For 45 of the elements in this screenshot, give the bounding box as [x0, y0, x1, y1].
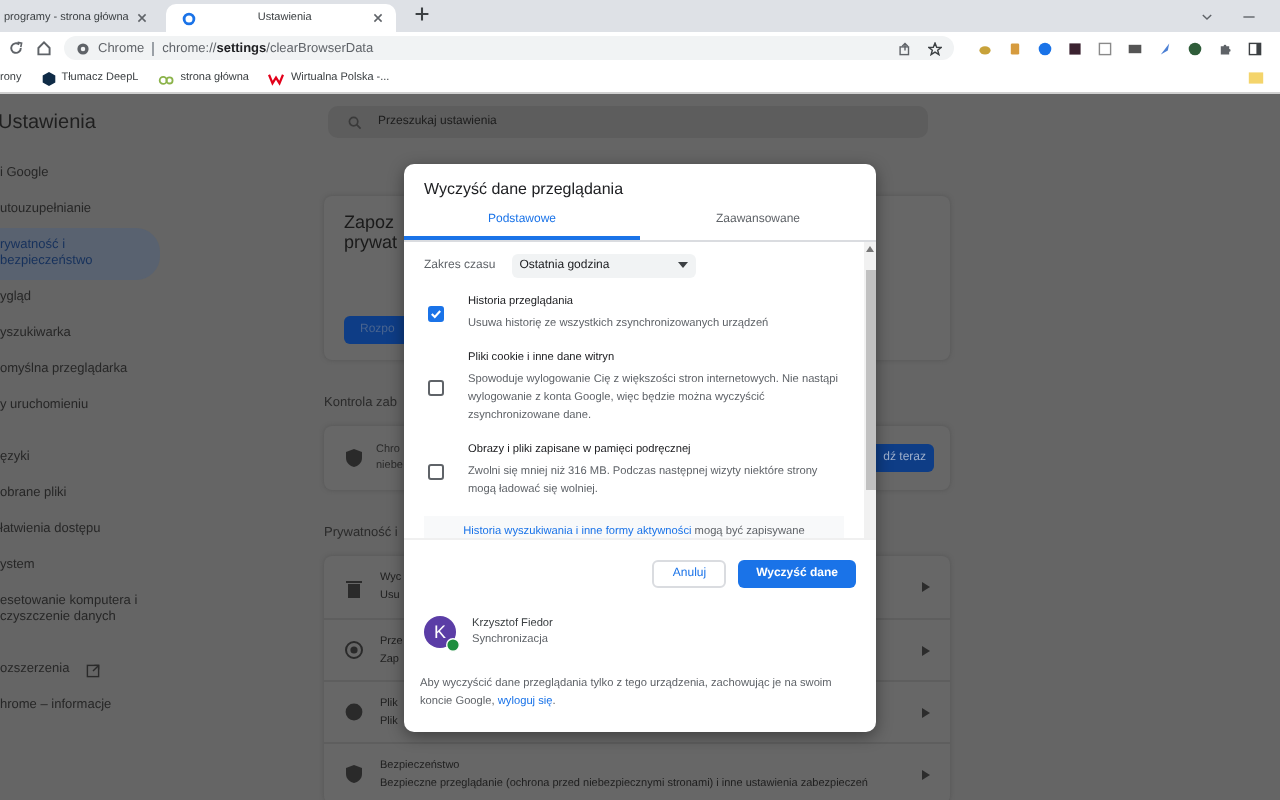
- checkbox[interactable]: [428, 463, 444, 479]
- sync-badge-icon: [446, 638, 460, 652]
- page-title: Ustawienia: [0, 111, 98, 133]
- deepl-icon: [41, 71, 56, 85]
- scrollbar[interactable]: [864, 242, 876, 538]
- extension-icon: [1098, 41, 1112, 55]
- wp-icon: [268, 71, 285, 85]
- extension-icon: [1038, 41, 1052, 55]
- close-icon: [136, 12, 149, 24]
- external-link-icon: [85, 663, 100, 677]
- close-icon: [372, 12, 385, 24]
- chevron-icon[interactable]: [922, 707, 930, 717]
- extension-icon: [1128, 41, 1142, 55]
- avatar: K: [424, 616, 456, 648]
- checkbox[interactable]: [428, 306, 444, 322]
- extension-icon: [1158, 41, 1172, 55]
- folder-icon: [1248, 70, 1264, 86]
- share-icon: [898, 41, 912, 55]
- dp-icon: [158, 71, 175, 85]
- caret-icon: [677, 262, 688, 270]
- search-icon: [348, 115, 362, 129]
- extension-icon: [1008, 41, 1022, 55]
- card-title: Zapoz prywat: [344, 212, 400, 252]
- reload-icon: [8, 40, 24, 56]
- chevron-icon[interactable]: [922, 582, 930, 592]
- extension-icon: [1188, 41, 1202, 55]
- shield-icon: [344, 448, 364, 468]
- trash-icon: [344, 577, 364, 597]
- dialog-title: Wyczyść dane przeglądania: [422, 178, 626, 202]
- cookie-icon: [344, 702, 364, 722]
- chrome-icon: [76, 41, 90, 55]
- checkbox[interactable]: [428, 380, 444, 396]
- target-icon: [344, 640, 364, 660]
- chevron-icon[interactable]: [922, 645, 930, 655]
- chevron-down-icon: [1200, 9, 1214, 23]
- extension-icon: [1068, 41, 1082, 55]
- side-panel-icon: [1248, 41, 1262, 55]
- star-icon: [928, 41, 942, 55]
- scroll-up-icon[interactable]: [866, 246, 874, 254]
- plus-icon: [414, 6, 431, 22]
- shield-icon: [344, 764, 364, 784]
- extension-icon: [978, 41, 992, 55]
- home-icon: [36, 40, 52, 56]
- chevron-icon[interactable]: [922, 769, 930, 779]
- puzzle-icon: [1218, 41, 1232, 55]
